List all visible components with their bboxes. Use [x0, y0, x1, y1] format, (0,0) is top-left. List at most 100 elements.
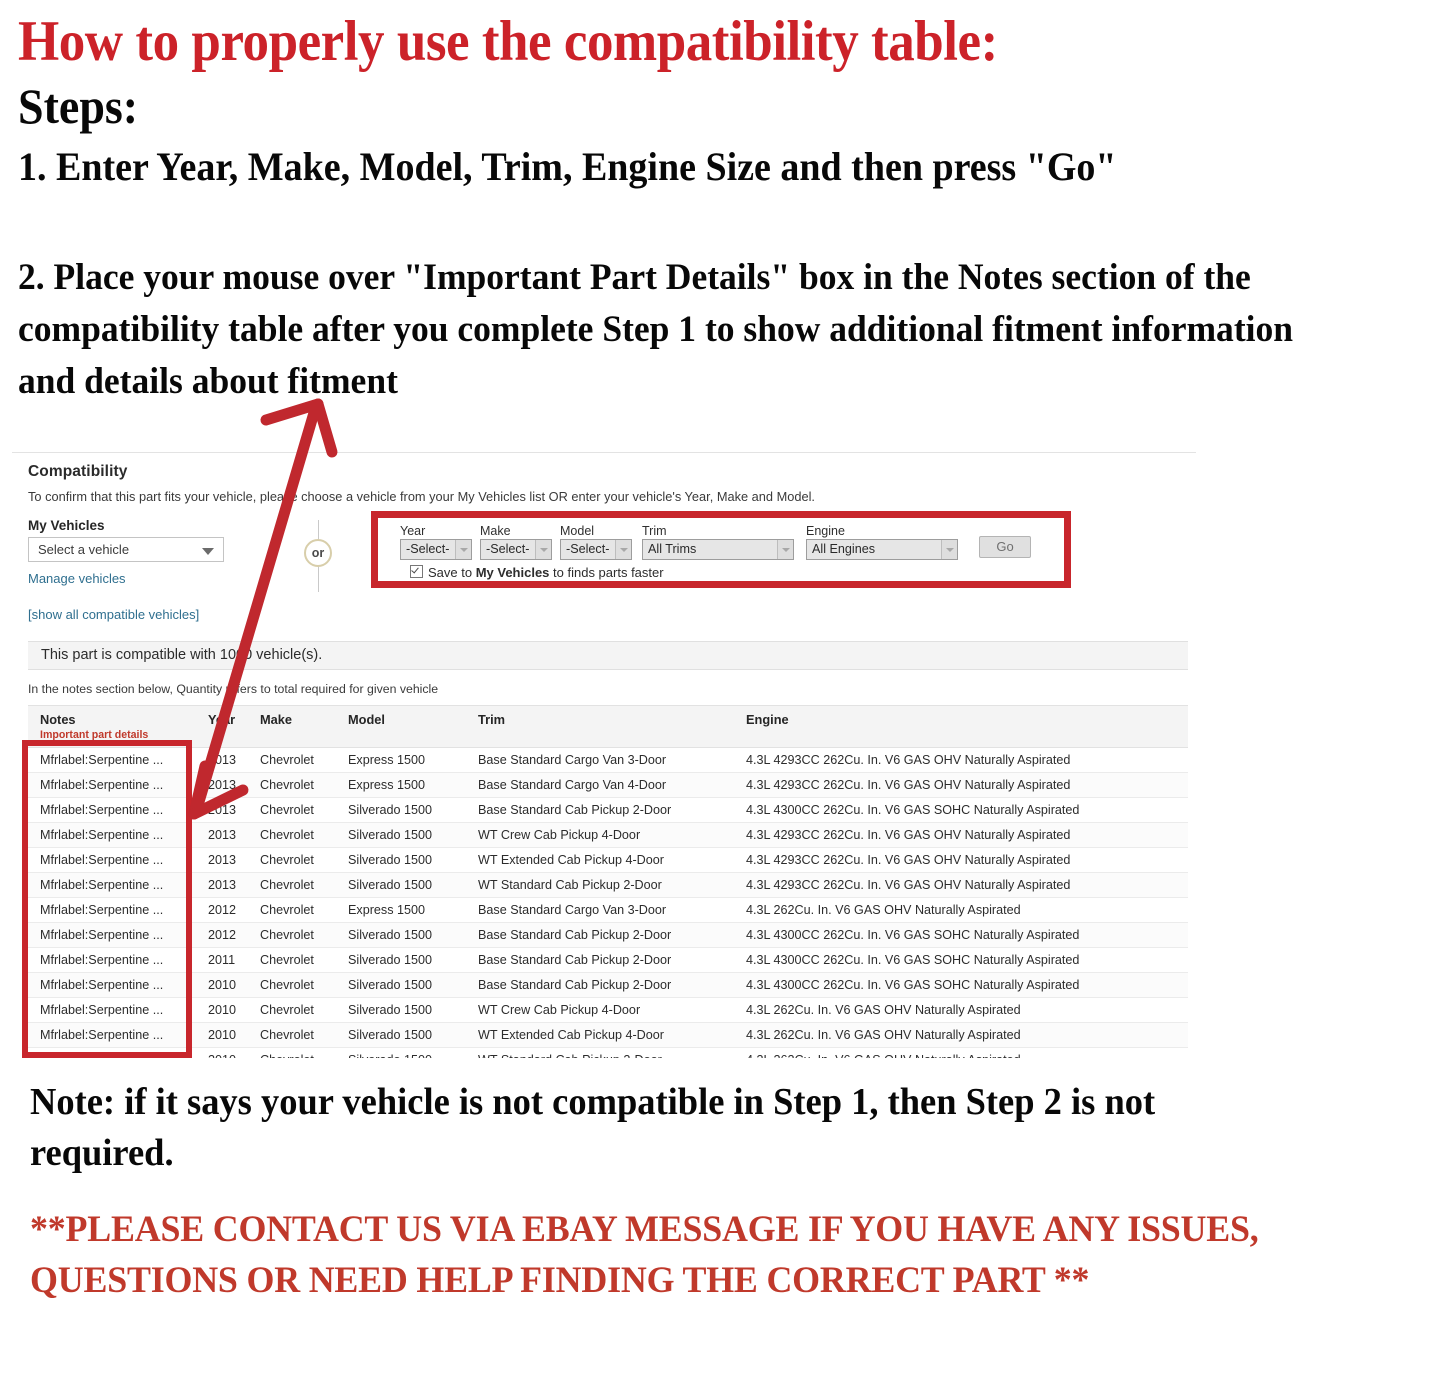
column-header-engine[interactable]: Engine — [734, 705, 1188, 748]
make-label: Make — [480, 524, 511, 538]
chevron-down-icon — [202, 548, 214, 555]
cell-engine: 4.3L 262Cu. In. V6 GAS OHV Naturally Asp… — [734, 897, 1188, 923]
cell-make: Chevrolet — [248, 797, 336, 823]
compatibility-heading: Compatibility — [28, 463, 128, 480]
my-vehicles-label: My Vehicles — [28, 518, 105, 533]
cell-year: 2010 — [196, 997, 248, 1023]
cell-year: 2013 — [196, 747, 248, 773]
make-select-value: -Select- — [486, 542, 530, 556]
table-row[interactable]: Mfrlabel:Serpentine ... 2013 Chevrolet Silv… — [28, 872, 1188, 898]
cell-notes: Mfrlabel:Serpentine ... — [28, 897, 196, 923]
cell-engine: 4.3L 4300CC 262Cu. In. V6 GAS SOHC Natur… — [734, 972, 1188, 998]
contact-us-text: **PLEASE CONTACT US VIA EBAY MESSAGE IF … — [30, 1209, 1259, 1302]
cell-engine: 4.3L 4293CC 262Cu. In. V6 GAS OHV Natura… — [734, 772, 1188, 798]
compatibility-subtitle: To confirm that this part fits your vehi… — [28, 489, 815, 504]
save-to-my-vehicles-checkbox[interactable] — [410, 565, 423, 578]
cell-model: Silverado 1500 — [336, 1022, 466, 1048]
cell-make: Chevrolet — [248, 947, 336, 973]
cell-engine: 4.3L 4293CC 262Cu. In. V6 GAS OHV Natura… — [734, 747, 1188, 773]
important-part-details-label: Important part details — [40, 729, 149, 741]
chevron-down-icon — [615, 540, 631, 559]
vehicle-selector-highlight-box: Year -Select- Make -Select- Model -Selec… — [371, 511, 1071, 588]
table-row[interactable]: Mfrlabel:Serpentine ... 2013 Chevrolet Silv… — [28, 797, 1188, 823]
column-header-notes[interactable]: Notes Important part details — [28, 705, 196, 748]
cell-year: 2012 — [196, 922, 248, 948]
cell-notes: Mfrlabel:Serpentine ... — [28, 872, 196, 898]
cell-engine: 4.3L 262Cu. In. V6 GAS OHV Naturally Asp… — [734, 1022, 1188, 1048]
fitment-table: Notes Important part details Year Make M… — [28, 705, 1188, 1073]
cell-notes: Mfrlabel:Serpentine ... — [28, 797, 196, 823]
cell-make: Chevrolet — [248, 897, 336, 923]
table-row[interactable]: Mfrlabel:Serpentine ...2010ChevroletSilv… — [28, 1022, 1188, 1048]
cell-model: Silverado 1500 — [336, 797, 466, 823]
cell-engine: 4.3L 4300CC 262Cu. In. V6 GAS SOHC Natur… — [734, 947, 1188, 973]
cell-make: Chevrolet — [248, 747, 336, 773]
step-1-text: 1. Enter Year, Make, Model, Trim, Engine… — [18, 144, 1117, 190]
table-row[interactable]: Mfrlabel:Serpentine ... 2011 Chevrolet Silv… — [28, 947, 1188, 973]
cell-make: Chevrolet — [248, 1022, 336, 1048]
cell-year: 2013 — [196, 772, 248, 798]
table-row[interactable]: Mfrlabel:Serpentine ... 2013 Chevrolet Silv… — [28, 822, 1188, 848]
save-suffix-label: to finds parts faster — [549, 565, 664, 580]
model-label: Model — [560, 524, 595, 538]
cell-notes: Mfrlabel:Serpentine ... — [28, 772, 196, 798]
table-row[interactable]: Mfrlabel:Serpentine ... 2013 Chevrolet Silv… — [28, 847, 1188, 873]
go-button[interactable]: Go — [979, 536, 1031, 558]
show-all-compatible-vehicles-link[interactable]: [show all compatible vehicles] — [28, 607, 199, 622]
cell-make: Chevrolet — [248, 847, 336, 873]
compatible-count-text: This part is compatible with 1000 vehicl… — [41, 647, 323, 663]
my-vehicles-dropdown-value: Select a vehicle — [38, 542, 130, 557]
table-row[interactable]: Mfrlabel:Serpentine ... 2013 Chevrolet Expr… — [28, 747, 1188, 773]
compatible-count-bar: This part is compatible with 1000 vehicl… — [28, 641, 1188, 670]
manage-vehicles-link[interactable]: Manage vehicles — [28, 571, 126, 586]
year-label: Year — [400, 524, 426, 538]
year-select[interactable]: -Select- — [400, 539, 472, 560]
cell-engine: 4.3L 4300CC 262Cu. In. V6 GAS SOHC Natur… — [734, 797, 1188, 823]
page-title: How to properly use the compatibility ta… — [18, 10, 998, 73]
make-select[interactable]: -Select- — [480, 539, 552, 560]
cell-trim: WT Standard Cab Pickup 2-Door — [466, 872, 734, 898]
cell-trim: Base Standard Cab Pickup 2-Door — [466, 922, 734, 948]
engine-field-group: Engine All Engines — [806, 524, 958, 560]
save-to-my-vehicles-row[interactable]: Save to My Vehicles to finds parts faste… — [410, 565, 664, 580]
cell-model: Express 1500 — [336, 772, 466, 798]
column-header-model[interactable]: Model — [336, 705, 466, 748]
table-row[interactable]: Mfrlabel:Serpentine ...2010ChevroletSilv… — [28, 997, 1188, 1023]
table-row[interactable]: Mfrlabel:Serpentine ... 2012 Chevrolet Silv… — [28, 922, 1188, 948]
table-header-row: Notes Important part details Year Make M… — [28, 705, 1188, 748]
my-vehicles-dropdown[interactable]: Select a vehicle — [28, 537, 224, 562]
trim-field-group: Trim All Trims — [642, 524, 794, 560]
cell-notes: Mfrlabel:Serpentine ... — [28, 972, 196, 998]
save-prefix-label: Save to — [428, 565, 476, 580]
column-header-make[interactable]: Make — [248, 705, 336, 748]
make-field-group: Make -Select- — [480, 524, 552, 560]
cell-model: Silverado 1500 — [336, 997, 466, 1023]
model-select[interactable]: -Select- — [560, 539, 632, 560]
cell-notes: Mfrlabel:Serpentine ... — [28, 847, 196, 873]
cell-year: 2011 — [196, 947, 248, 973]
column-header-trim[interactable]: Trim — [466, 705, 734, 748]
table-row[interactable]: Mfrlabel:Serpentine ... 2012 Chevrolet Expr… — [28, 897, 1188, 923]
cell-model: Silverado 1500 — [336, 947, 466, 973]
cell-model: Express 1500 — [336, 747, 466, 773]
table-row[interactable]: Mfrlabel:Serpentine ...2010ChevroletSilv… — [28, 972, 1188, 998]
cell-year: 2010 — [196, 1022, 248, 1048]
cell-year: 2013 — [196, 822, 248, 848]
trim-select-value: All Trims — [648, 542, 697, 556]
cell-trim: Base Standard Cab Pickup 2-Door — [466, 797, 734, 823]
cell-trim: WT Crew Cab Pickup 4-Door — [466, 997, 734, 1023]
instructions-header: How to properly use the compatibility ta… — [18, 10, 1418, 191]
cell-trim: Base Standard Cargo Van 3-Door — [466, 897, 734, 923]
cell-notes: Mfrlabel:Serpentine ... — [28, 1022, 196, 1048]
engine-select[interactable]: All Engines — [806, 539, 958, 560]
year-field-group: Year -Select- — [400, 524, 472, 560]
chevron-down-icon — [777, 540, 793, 559]
model-field-group: Model -Select- — [560, 524, 632, 560]
table-row[interactable]: Mfrlabel:Serpentine ... 2013 Chevrolet Expr… — [28, 772, 1188, 798]
cell-engine: 4.3L 4293CC 262Cu. In. V6 GAS OHV Natura… — [734, 847, 1188, 873]
column-header-year[interactable]: Year — [196, 705, 248, 748]
chevron-down-icon — [941, 540, 957, 559]
or-label: or — [311, 546, 325, 560]
trim-select[interactable]: All Trims — [642, 539, 794, 560]
cell-make: Chevrolet — [248, 822, 336, 848]
